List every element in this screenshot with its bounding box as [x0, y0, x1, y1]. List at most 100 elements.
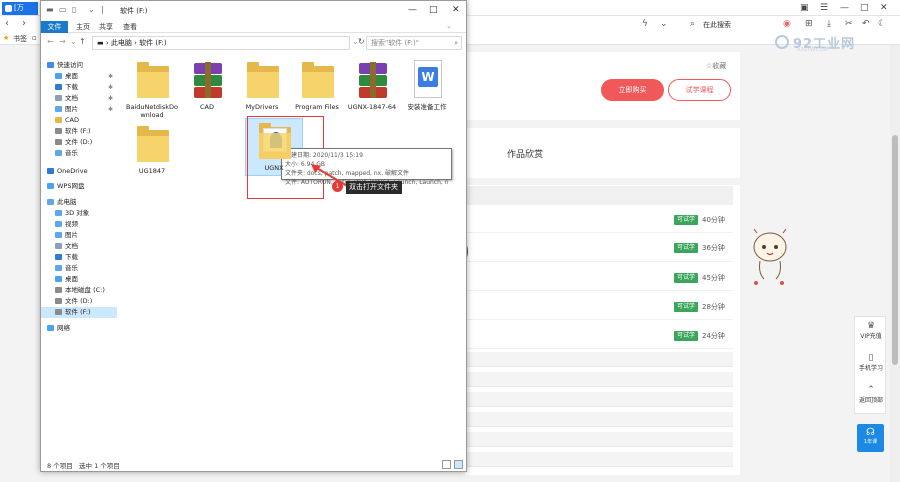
nav-item-drive-d-pc[interactable]: 文件 (D:): [41, 296, 117, 307]
trial-badge: 可试学: [674, 215, 698, 225]
address-breadcrumb[interactable]: › 此电脑 › 软件 (F:): [106, 39, 167, 47]
ribbon-expand-icon[interactable]: ⌄: [446, 22, 452, 30]
pin-icon: ✱: [107, 95, 113, 102]
bookmark-item-shuqian[interactable]: 书签: [13, 34, 27, 44]
lesson-row[interactable]: 可试学 45分钟: [465, 265, 733, 291]
up-folder-icon[interactable]: ↑: [79, 37, 86, 46]
nav-item-desktop[interactable]: 桌面 ✱: [41, 71, 117, 82]
nav-item-documents[interactable]: 文档 ✱: [41, 93, 117, 104]
nav-item-downloads-pc[interactable]: 下载: [41, 252, 117, 263]
night-mode-icon[interactable]: ☾: [878, 19, 886, 29]
quick-access-newfolder-icon[interactable]: ▯: [72, 5, 76, 14]
dropdown-icon[interactable]: ⌄: [660, 19, 668, 29]
file-item-install-prep-doc[interactable]: W 安装准备工作: [400, 58, 454, 120]
folder-icon: [55, 117, 62, 123]
explorer-scrollbar[interactable]: [458, 56, 464, 456]
skin-icon[interactable]: ▣: [800, 3, 809, 13]
mobile-learn-button[interactable]: ▯ 手机学习: [855, 353, 887, 372]
lesson-row[interactable]: 可试学 40分钟: [465, 207, 733, 233]
explorer-forward-icon[interactable]: →: [59, 37, 66, 46]
back-to-top-button[interactable]: ⌃ 返回顶部: [855, 385, 887, 404]
customer-service-button[interactable]: ☊ 1年课: [857, 424, 884, 452]
address-bar[interactable]: ▬ › 此电脑 › 软件 (F:): [92, 36, 350, 50]
file-item-mydrivers[interactable]: MyDrivers: [235, 58, 289, 120]
maximize-icon[interactable]: □: [860, 3, 869, 13]
trial-course-button[interactable]: 试学课程: [668, 79, 731, 101]
grid-icon[interactable]: ⊞: [805, 19, 813, 29]
nav-item-pictures-pc[interactable]: 图片: [41, 230, 117, 241]
quick-access-properties-icon[interactable]: ▭: [59, 5, 67, 14]
nav-label: 此电脑: [57, 198, 77, 206]
buy-now-button[interactable]: 立即购买: [601, 79, 664, 101]
refresh-icon[interactable]: ↻: [358, 37, 365, 46]
video-icon: [55, 221, 62, 227]
nav-item-3d-objects[interactable]: 3D 对象: [41, 208, 117, 219]
nav-item-drive-f-pc[interactable]: 软件 (F:): [41, 307, 117, 318]
lesson-row[interactable]: 可试学 28分钟: [465, 294, 733, 320]
nav-item-this-pc[interactable]: 此电脑: [41, 197, 117, 208]
nav-item-desktop-pc[interactable]: 桌面: [41, 274, 117, 285]
lightning-icon[interactable]: ϟ: [642, 19, 648, 29]
ribbon-tab-home[interactable]: 主页: [76, 22, 90, 32]
file-item-ugnx[interactable]: UGNX: [247, 119, 301, 181]
quick-access-dropdown-icon[interactable]: ⌄: [88, 5, 95, 14]
mobile-label: 手机学习: [858, 365, 883, 372]
ribbon-tab-view[interactable]: 查看: [123, 22, 137, 32]
explorer-ribbon: 文件 主页 共享 查看 ⌄: [41, 21, 466, 33]
lesson-row[interactable]: 可试学 36分钟: [465, 236, 733, 262]
nav-item-cad[interactable]: CAD: [41, 115, 117, 126]
back-icon[interactable]: ‹: [5, 18, 9, 29]
cloud-icon: [47, 183, 54, 189]
nav-item-downloads[interactable]: 下载 ✱: [41, 82, 117, 93]
drive-icon: [55, 309, 62, 315]
nav-item-drive-c[interactable]: 本地磁盘 (C:): [41, 285, 117, 296]
ribbon-tab-file[interactable]: 文件: [41, 21, 68, 33]
forward-icon[interactable]: ›: [22, 18, 26, 29]
file-item-cad[interactable]: CAD: [180, 58, 234, 120]
explorer-close-icon[interactable]: ✕: [452, 5, 460, 15]
file-item-baidunetdiskdownload[interactable]: BaiduNetdiskDownload: [125, 58, 179, 120]
browser-search-placeholder[interactable]: 在此搜索: [703, 20, 731, 30]
lesson-row[interactable]: 可试学 24分钟: [465, 323, 733, 349]
ribbon-tab-share[interactable]: 共享: [99, 22, 113, 32]
download-icon[interactable]: ⤓: [827, 19, 831, 29]
recent-locations-icon[interactable]: ⌄: [70, 37, 77, 46]
minimize-icon[interactable]: —: [840, 3, 849, 13]
game-icon[interactable]: ◉: [783, 19, 791, 29]
nav-item-documents-pc[interactable]: 文档: [41, 241, 117, 252]
favorite-link[interactable]: ☆收藏: [706, 61, 726, 71]
nav-item-wps-drive[interactable]: WPS网盘: [41, 181, 117, 192]
page-scrollbar-thumb[interactable]: [892, 135, 898, 365]
explorer-back-icon[interactable]: ←: [47, 37, 54, 46]
browser-tab[interactable]: [万: [2, 2, 38, 15]
file-item-program-files[interactable]: Program Files: [290, 58, 344, 120]
nav-label: 音乐: [65, 149, 78, 157]
nav-item-network[interactable]: 网络: [41, 323, 117, 334]
nav-item-drive-f[interactable]: 软件 (F:): [41, 126, 117, 137]
nav-item-quick-access[interactable]: 快速访问: [41, 60, 117, 71]
nav-item-onedrive[interactable]: OneDrive: [41, 166, 117, 177]
menu-icon[interactable]: ☰: [820, 3, 828, 13]
large-icons-view-icon[interactable]: [454, 460, 463, 469]
explorer-search-input[interactable]: 搜索"软件 (F:)" ⌕: [366, 36, 462, 50]
nav-item-music[interactable]: 音乐: [41, 148, 117, 159]
nav-item-videos[interactable]: 视频: [41, 219, 117, 230]
explorer-maximize-icon[interactable]: □: [429, 5, 438, 15]
explorer-minimize-icon[interactable]: —: [408, 5, 417, 15]
nav-item-pictures[interactable]: 图片 ✱: [41, 104, 117, 115]
vip-recharge-button[interactable]: ♛ VIP充值: [855, 321, 887, 340]
nav-item-drive-d[interactable]: 文件 (D:): [41, 137, 117, 148]
file-item-ugnx-1847-64[interactable]: UGNX-1847-64: [345, 58, 399, 120]
file-item-ug1847[interactable]: UG1847: [125, 122, 179, 184]
close-icon[interactable]: ✕: [880, 3, 888, 13]
undo-icon[interactable]: ↶: [862, 19, 870, 29]
nav-item-music-pc[interactable]: 音乐: [41, 263, 117, 274]
nav-label: OneDrive: [57, 167, 88, 175]
trial-badge: 可试学: [674, 302, 698, 312]
folder-icon: [302, 62, 334, 98]
tab-works[interactable]: 作品欣赏: [507, 147, 543, 160]
nav-label: 文件 (D:): [65, 297, 93, 305]
search-icon[interactable]: ⌕: [690, 19, 695, 29]
details-view-icon[interactable]: [442, 460, 451, 469]
scissors-icon[interactable]: ✂: [845, 19, 853, 29]
